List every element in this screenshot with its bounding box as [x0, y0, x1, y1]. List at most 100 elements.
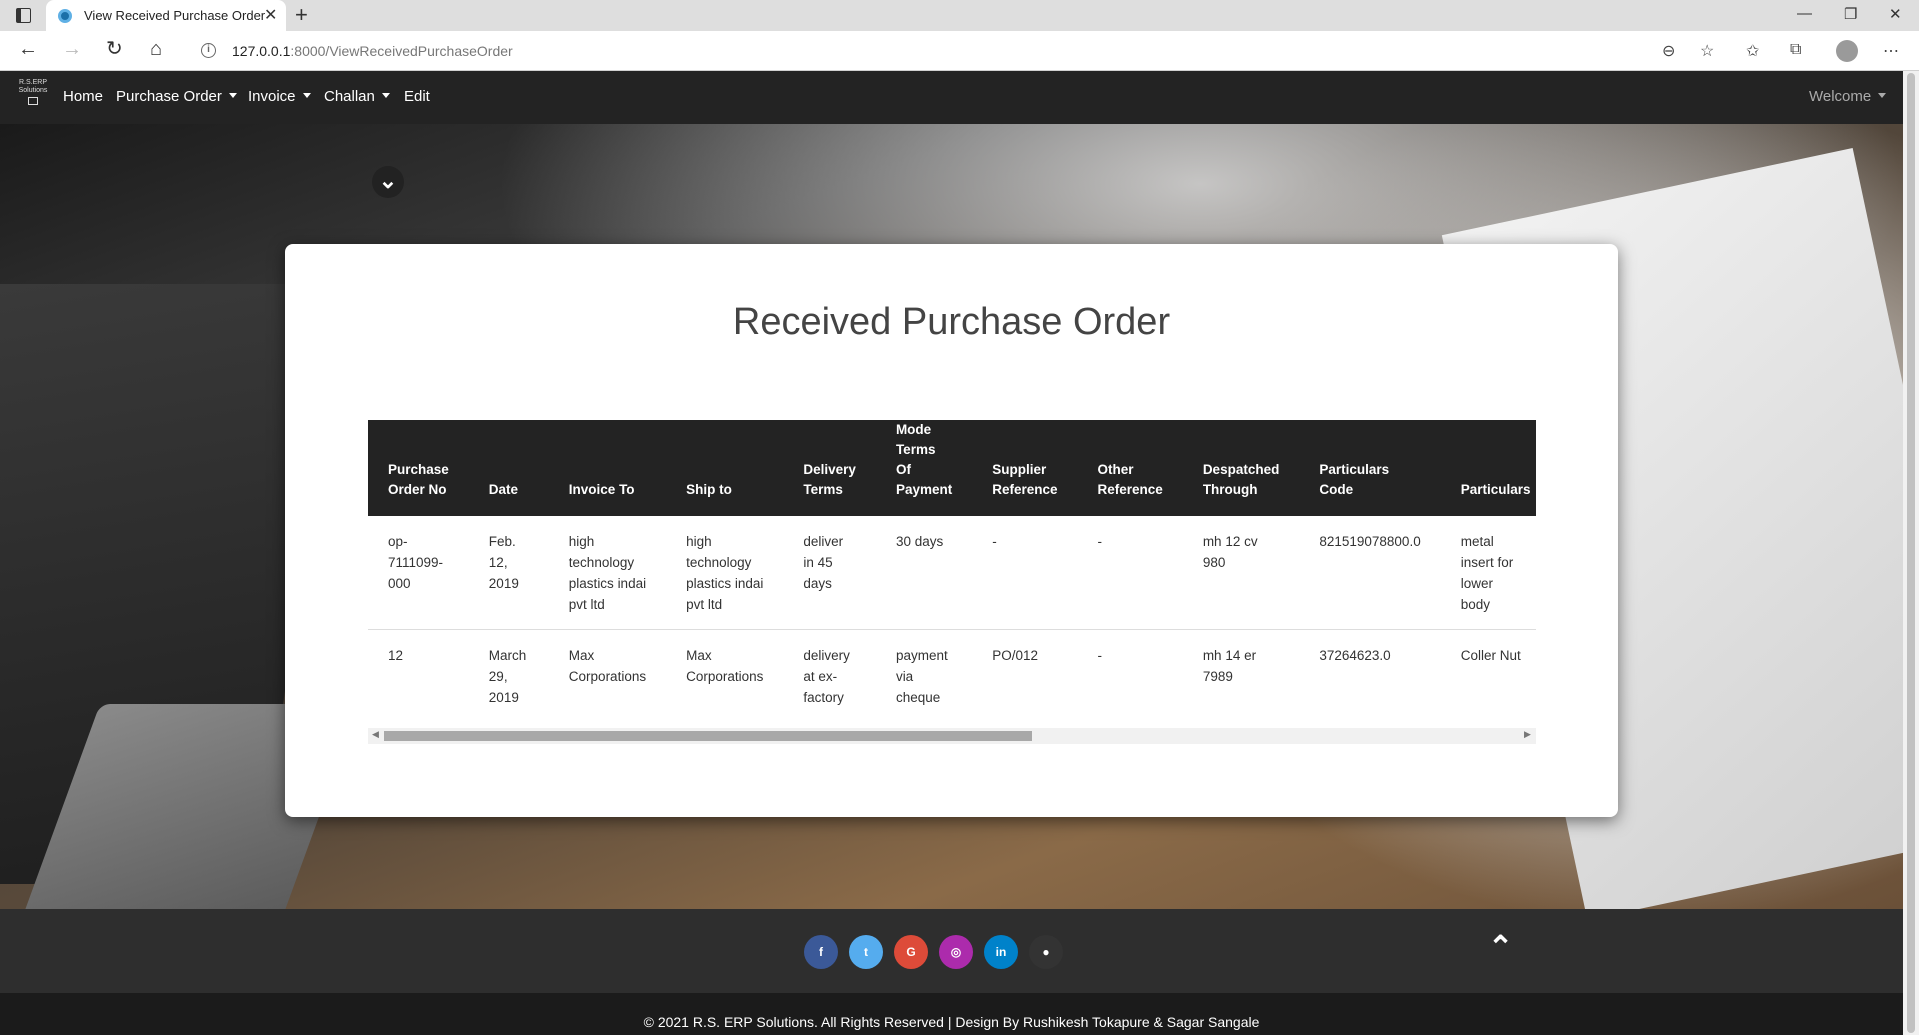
scroll-right-icon[interactable]: ▶: [1524, 729, 1531, 740]
table-cell: 12: [368, 629, 469, 712]
column-header: Despatched Through: [1183, 420, 1300, 516]
scroll-left-icon[interactable]: ◀: [372, 729, 379, 740]
column-header-line: Purchase: [388, 462, 449, 477]
purchase-order-table: Purchase Order No Date Invoice To Ship to Del…: [368, 420, 1536, 712]
column-header: Particulars Code: [1299, 420, 1440, 516]
twitter-icon[interactable]: t: [849, 935, 883, 969]
column-header-line: Terms Of: [895, 442, 936, 477]
table-cell-line: 12,: [488, 555, 508, 570]
nav-edit[interactable]: Edit: [404, 88, 430, 105]
browser-tab-bar: View Received Purchase Order ✕ + — ❐ ✕: [0, 0, 1919, 31]
linkedin-icon[interactable]: in: [984, 935, 1018, 969]
table-cell-line: 2019: [488, 690, 519, 705]
table-cell-line: Corporations: [686, 669, 764, 684]
reload-icon[interactable]: ↻: [106, 39, 123, 59]
table-row: 12 March 29, 2019 Max Corporations Max Corporat…: [368, 629, 1536, 712]
collections-icon[interactable]: ⧉: [1790, 41, 1801, 59]
table-cell-line: -: [1097, 534, 1103, 549]
instagram-icon[interactable]: ◎: [939, 935, 973, 969]
table-cell-line: -: [992, 534, 997, 549]
column-header-line: Delivery: [803, 462, 856, 477]
profile-avatar[interactable]: [1836, 40, 1858, 62]
table-cell: metal insert for lower body: [1440, 516, 1536, 630]
github-icon[interactable]: ●: [1029, 935, 1063, 969]
table-cell: mh 14 er 7989: [1182, 629, 1300, 712]
table-cell-line: technology: [686, 555, 752, 570]
window-menu-icon[interactable]: [16, 8, 31, 23]
column-header: Mode Terms Of Payment: [876, 420, 972, 516]
column-header-line: Reference: [1097, 482, 1163, 497]
column-header-line: Date: [488, 482, 519, 497]
new-tab-icon[interactable]: +: [295, 2, 308, 28]
back-icon[interactable]: ←: [18, 39, 38, 59]
site-info-icon[interactable]: i: [201, 43, 216, 58]
home-icon[interactable]: ⌂: [150, 39, 162, 59]
column-header-line: Mode: [895, 422, 932, 437]
site-navbar: R.S.ERP Solutions Home Purchase Order In…: [0, 71, 1903, 124]
nav-purchase-order[interactable]: Purchase Order: [116, 88, 237, 105]
url-path: :8000/ViewReceivedPurchaseOrder: [290, 43, 513, 59]
brand-logo[interactable]: R.S.ERP Solutions: [12, 79, 54, 115]
table-cell-line: factory: [803, 690, 844, 705]
column-header: Ship to: [666, 420, 783, 516]
column-header: Delivery Terms: [783, 420, 876, 516]
table-cell-line: mh 12 cv: [1202, 534, 1258, 549]
column-header: Supplier Reference: [972, 420, 1077, 516]
brand-line1: R.S.ERP: [18, 79, 47, 86]
table-cell-line: 821519078800.0: [1319, 534, 1421, 549]
table-cell-line: high: [568, 534, 595, 549]
scroll-down-icon[interactable]: ⌄: [372, 166, 404, 198]
table-cell-line: in 45: [803, 555, 833, 570]
scrollbar-thumb[interactable]: [384, 731, 1032, 741]
column-header: Particulars: [1441, 420, 1536, 516]
nav-invoice[interactable]: Invoice: [248, 88, 311, 105]
table-cell-line: plastics indai: [568, 576, 647, 591]
restore-icon[interactable]: ❐: [1844, 5, 1857, 23]
monitor-icon: [28, 97, 38, 105]
url-field[interactable]: 127.0.0.1:8000/ViewReceivedPurchaseOrder: [232, 43, 513, 59]
column-header-line: Despatched: [1202, 462, 1280, 477]
table-cell-line: delivery: [803, 648, 850, 663]
table-cell-line: 980: [1202, 555, 1226, 570]
nav-welcome[interactable]: Welcome: [1809, 88, 1886, 105]
column-header-line: Terms: [803, 482, 843, 497]
table-scroll-container[interactable]: Purchase Order No Date Invoice To Ship to Del…: [368, 420, 1536, 712]
table-cell-line: body: [1460, 597, 1490, 612]
table-cell: op- 7111099- 000: [368, 516, 469, 630]
google-icon[interactable]: G: [894, 935, 928, 969]
add-favorite-icon[interactable]: ☆: [1700, 41, 1714, 61]
table-cell-line: 7989: [1202, 669, 1233, 684]
browser-address-bar: ← → ↻ ⌂ i 127.0.0.1:8000/ViewReceivedPur…: [0, 31, 1919, 71]
nav-home[interactable]: Home: [63, 88, 103, 105]
brand-line2: Solutions: [18, 87, 48, 94]
favorites-icon[interactable]: ✩: [1746, 41, 1759, 61]
column-header-line: Ship to: [686, 482, 732, 497]
page-title: Received Purchase Order: [732, 301, 1171, 343]
table-cell-line: Feb.: [488, 534, 516, 549]
nav-challan[interactable]: Challan: [324, 88, 390, 105]
column-header-line: Reference: [992, 482, 1058, 497]
table-cell-line: mh 14 er: [1202, 648, 1257, 663]
close-window-icon[interactable]: ✕: [1889, 5, 1902, 23]
table-cell: deliver in 45 days: [783, 516, 876, 630]
vertical-scrollbar[interactable]: [1903, 71, 1919, 1035]
more-icon[interactable]: ⋯: [1883, 41, 1899, 61]
table-cell-line: payment: [895, 648, 948, 663]
table-cell-line: 7111099-: [388, 555, 444, 570]
zoom-icon[interactable]: ⊖: [1662, 41, 1675, 61]
minimize-icon[interactable]: —: [1797, 5, 1812, 22]
back-to-top-icon[interactable]: ⌃: [1488, 933, 1513, 963]
table-cell-line: -: [1097, 648, 1103, 663]
facebook-icon[interactable]: f: [804, 935, 838, 969]
column-header: Invoice To: [549, 420, 666, 516]
vertical-scrollbar-thumb[interactable]: [1907, 73, 1915, 1033]
table-cell: payment via cheque: [875, 629, 973, 712]
browser-tab[interactable]: View Received Purchase Order ✕: [46, 0, 286, 31]
column-header-line: Supplier: [992, 462, 1047, 477]
horizontal-scrollbar[interactable]: ◀ ▶: [368, 728, 1536, 744]
table-cell-line: lower: [1460, 576, 1493, 591]
table-cell: -: [972, 516, 1078, 630]
tab-close-icon[interactable]: ✕: [264, 5, 277, 25]
table-cell-line: technology: [568, 555, 635, 570]
table-cell-line: high: [686, 534, 712, 549]
